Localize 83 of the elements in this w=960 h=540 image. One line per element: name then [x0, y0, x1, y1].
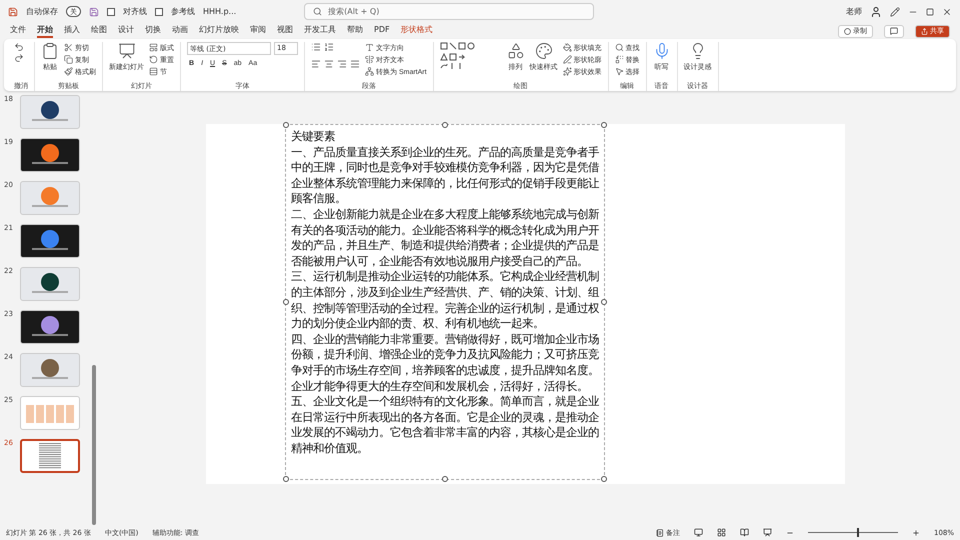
layout-icon — [149, 43, 158, 52]
resize-handle[interactable] — [442, 476, 448, 482]
reading-view-icon[interactable] — [740, 528, 749, 537]
pointer-icon — [614, 67, 624, 76]
rows-icon — [149, 67, 158, 76]
menu-tab[interactable]: 设计 — [118, 24, 134, 38]
text-direction-icon — [365, 43, 374, 52]
zoom-thumb[interactable] — [857, 528, 860, 537]
pen-icon[interactable] — [890, 6, 900, 16]
paragraph: 一、产品质量直接关系到企业的生死。产品的高质量是竞争者手中的王牌，同时也是竞争对手较难模仿竞争利器，因为它是凭借企业整体系统管理能力来保障的，比任何形式的促销手段更能让顾客信服。 — [291, 144, 599, 207]
menu-tab[interactable]: 文件 — [10, 24, 26, 38]
menu-tab[interactable]: 插入 — [64, 24, 80, 38]
palette-icon — [534, 42, 553, 60]
avatar-icon[interactable] — [870, 6, 882, 18]
justify-icon[interactable] — [350, 59, 360, 69]
menu-tab[interactable]: 形状格式 — [400, 24, 433, 38]
paragraph: 三、运行机制是推动企业运转的功能体系。它构成企业经营机制的主体部分，涉及到企业生产经营供、产、销的决策、计划、组织、控制等管理活动的全过程。完善企业的运行机制，是通过权力的划分使企业内部的责、权、利有机地统一起来。 — [291, 269, 599, 332]
slide-icon — [118, 42, 136, 60]
undo-icon[interactable] — [14, 42, 24, 52]
menu-tab[interactable]: 帮助 — [347, 24, 363, 38]
search-field[interactable]: 搜索(Alt + Q) — [304, 3, 594, 20]
align-left-icon[interactable] — [311, 59, 321, 69]
sparkles-icon — [562, 67, 572, 76]
save-icon — [8, 6, 18, 16]
maximize-icon[interactable] — [926, 8, 934, 16]
slideshow-icon[interactable] — [762, 528, 772, 537]
copy-icon — [64, 55, 73, 64]
menu-tab[interactable]: 幻灯片放映 — [199, 24, 239, 38]
user-name: 老师 — [846, 6, 862, 17]
checkbox-label: 对齐线 — [123, 6, 147, 17]
align-text-icon — [365, 55, 374, 64]
resize-handle[interactable] — [442, 122, 448, 128]
menu-tab[interactable]: 开发工具 — [304, 24, 336, 38]
scrollbar[interactable] — [92, 365, 96, 525]
menu-tab[interactable]: 动画 — [172, 24, 188, 38]
autosave-label: 自动保存 — [26, 6, 58, 17]
pen-icon — [562, 55, 572, 64]
save-icon[interactable] — [89, 6, 99, 16]
paintbrush-icon — [64, 67, 73, 76]
resize-handle[interactable] — [283, 476, 289, 482]
checkbox-label: 参考线 — [171, 6, 195, 17]
record-icon — [844, 28, 851, 34]
redo-icon[interactable] — [14, 53, 24, 63]
checkbox[interactable] — [155, 8, 163, 16]
menu-tab[interactable]: 切换 — [145, 24, 161, 38]
paragraph: 四、企业的营销能力非常重要。营销做得好，既可增加企业市场份额，提升利润、增强企业的竞争力及抗风险能力；又可挤压竞争对手的市场生存空间，培养顾客的忠诚度，提升品牌知名度。企业才能争得更大的生存空间和发展机会，活得好，活得长。 — [291, 332, 599, 394]
text-box[interactable] — [285, 124, 605, 480]
paragraph: 关键要素 — [291, 129, 336, 145]
menu-tab[interactable]: 审阅 — [250, 24, 266, 38]
normal-view-icon[interactable] — [694, 528, 703, 537]
menu-tab[interactable]: 视图 — [277, 24, 293, 38]
resize-handle[interactable] — [283, 299, 289, 305]
menu-tab[interactable]: PDF — [374, 25, 390, 37]
checkbox[interactable] — [107, 8, 115, 16]
file-name[interactable]: HHH.p... — [203, 7, 236, 16]
resize-handle[interactable] — [283, 122, 289, 128]
slide-thumbnail[interactable] — [20, 439, 80, 473]
resize-handle[interactable] — [601, 122, 607, 128]
grid-view-icon[interactable] — [716, 528, 726, 537]
reset-icon — [149, 55, 158, 64]
search-icon — [614, 43, 624, 52]
clipboard-icon — [41, 42, 59, 60]
share-icon — [921, 28, 928, 34]
close-icon[interactable] — [942, 6, 952, 16]
align-center-icon[interactable] — [324, 59, 334, 69]
paragraph: 五、企业文化是一个组织特有的文化形象。简单而言，就是企业在日常运行中所表现出的各方各面。它是企业的灵魂，是推动企业发展的不竭动力。它包含着非常丰富的内容，其核心是企业的精神和价值观。 — [291, 394, 599, 456]
comment-button[interactable] — [884, 24, 904, 38]
search-icon — [313, 7, 322, 16]
paragraph: 二、企业创新能力就是企业在多大程度上能够系统地完成与创新有关的各项活动的能力。企业能否将科学的概念转化成为用户开发的产品，并且生产、制造和提供给消费者；企业提供的产品是否能被用户认可，企业能否有效地说服用户接受自己的产品。 — [291, 206, 599, 270]
bullet-list-icon[interactable] — [311, 42, 321, 52]
scissors-icon — [64, 43, 73, 52]
numbered-list-icon[interactable] — [324, 42, 334, 52]
paint-bucket-icon — [562, 43, 572, 52]
zoom-in-icon[interactable] — [912, 528, 920, 536]
slide-thumbnail-drawing — [38, 442, 62, 470]
comment-icon — [890, 27, 898, 35]
resize-handle[interactable] — [601, 299, 607, 305]
menu-tab[interactable]: 绘图 — [91, 24, 107, 38]
resize-handle[interactable] — [601, 476, 607, 482]
align-right-icon[interactable] — [337, 59, 347, 69]
smartart-icon — [365, 67, 374, 76]
shapes-icon — [506, 42, 525, 60]
notes-icon — [656, 528, 664, 536]
